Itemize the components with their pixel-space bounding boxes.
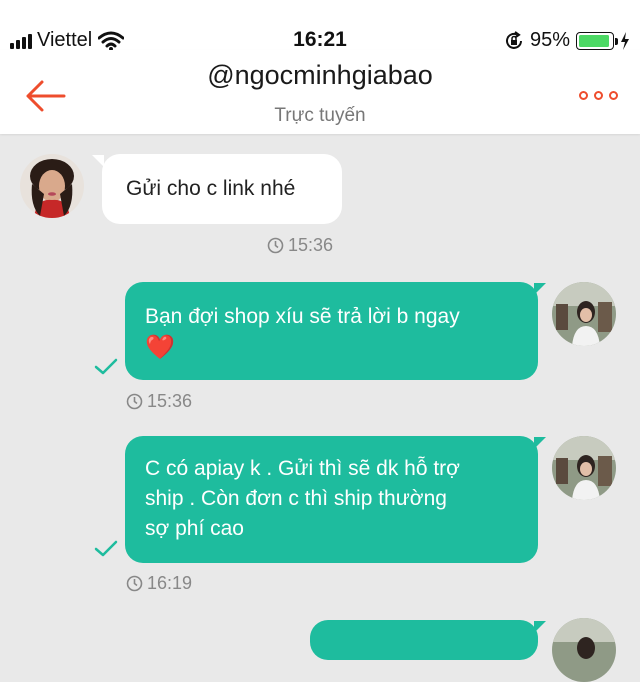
message-bubble-outgoing[interactable]: C có apiay k . Gửi thì sẽ dk hỗ trợ ship… (125, 436, 538, 563)
charging-icon (621, 31, 629, 50)
status-bar: Viettel 16:21 95% (0, 0, 640, 52)
battery-fill (579, 34, 610, 47)
contact-username: @ngocminhgiabao (207, 60, 433, 90)
clock-icon (126, 393, 143, 410)
battery-icon (576, 31, 618, 50)
bubble-tail (534, 283, 546, 295)
message-text-line: C có apiay k . Gửi thì sẽ dk hỗ trợ (145, 457, 460, 480)
timestamp-text: 16:19 (147, 573, 193, 593)
message-timestamp: 15:36 (267, 235, 333, 256)
chat-header: @ngocminhgiabao Trực tuyến (0, 50, 640, 134)
more-options-icon[interactable] (579, 91, 618, 100)
online-status: Trực tuyến (274, 105, 366, 126)
bubble-tail (534, 437, 546, 449)
bubble-tail (534, 621, 546, 633)
dot (594, 91, 603, 100)
message-bubble-outgoing[interactable]: Bạn đợi shop xíu sẽ trả lời b ngay ❤️ (125, 282, 538, 380)
timestamp-text: 15:36 (288, 235, 334, 255)
battery-percent: 95% (529, 29, 570, 51)
status-right: 95% (504, 29, 630, 52)
battery-cap (615, 37, 618, 45)
clock-icon (126, 575, 143, 592)
dot (609, 91, 618, 100)
dot (579, 91, 588, 100)
message-text: Gửi cho c link nhé (126, 177, 296, 200)
shop-avatar[interactable] (552, 282, 616, 346)
shop-avatar[interactable] (552, 436, 616, 500)
heart-emoji: ❤️ (145, 333, 175, 361)
contact-avatar[interactable] (20, 154, 84, 218)
message-bubble-outgoing-partial[interactable] (310, 620, 538, 660)
message-text: Bạn đợi shop xíu sẽ trả lời b ngay (145, 305, 460, 328)
timestamp-text: 15:36 (147, 391, 193, 411)
message-timestamp: 16:19 (126, 573, 192, 594)
message-text-line: sợ phí cao (145, 517, 244, 540)
clock-icon (267, 237, 284, 254)
rotation-lock-icon (506, 30, 522, 49)
message-text-line: ship . Còn đơn c thì ship thường (145, 487, 447, 510)
message-timestamp: 15:36 (126, 391, 192, 412)
shop-avatar-partial[interactable] (552, 618, 616, 682)
read-check-icon (94, 358, 118, 375)
read-check-icon (94, 540, 118, 557)
message-bubble-incoming[interactable]: Gửi cho c link nhé (102, 154, 342, 224)
